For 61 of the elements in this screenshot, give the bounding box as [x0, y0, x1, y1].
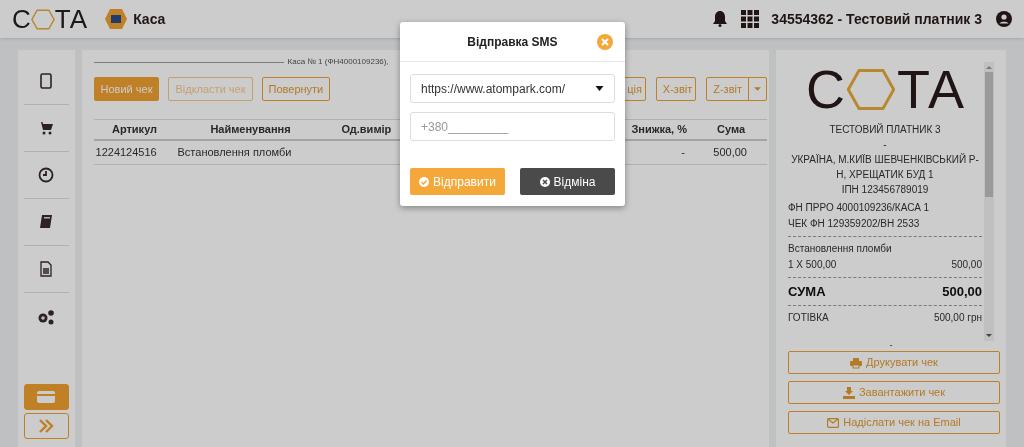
card-icon	[37, 391, 56, 403]
account-name[interactable]: 34554362 - Тестовий платник 3	[771, 8, 982, 30]
receipt-line: -	[882, 138, 888, 152]
table-cell: -	[681, 146, 685, 159]
column-header: Знижка, %	[631, 123, 687, 136]
send-button[interactable]: Відправити	[410, 168, 505, 195]
toolbar-button[interactable]: X-звіт	[655, 77, 697, 101]
receipt-line: УКРАЇНА, М.КИЇВ ШЕВЧЕНКІВСЬКИЙ Р-Н, ХРЕЩАТИК БУД 1	[790, 152, 980, 182]
payment-amount: 500,00 грн	[933, 311, 982, 325]
receipt-action-button[interactable]: Надіслати чек на Email	[788, 411, 1000, 434]
user-icon[interactable]	[996, 11, 1012, 27]
table-cell: Встановлення пломби	[177, 146, 292, 159]
register-title: Каса № 1 (ФН4000109236),	[287, 56, 389, 68]
receipt-action-button[interactable]: Завантажити чек	[788, 381, 1000, 404]
caret-icon	[754, 87, 761, 91]
receipt-item-amount: 500,00	[951, 258, 982, 272]
scroll-down-icon[interactable]	[986, 334, 992, 337]
column-header: Сума	[716, 123, 745, 136]
double-chevron-icon	[38, 419, 55, 433]
cash-register-icon	[105, 9, 128, 29]
column-header: Артикул	[111, 123, 158, 136]
toolbar-button[interactable]: Новий чек	[93, 77, 160, 101]
receipt-line: ІПН 123456789019	[840, 183, 930, 197]
receipt-line: -	[889, 340, 893, 350]
payment-label: ГОТІВКА	[788, 311, 829, 325]
table-cell: 1224124516	[95, 146, 157, 159]
document-icon[interactable]	[38, 261, 55, 277]
book-icon[interactable]	[38, 214, 55, 230]
grid-icon[interactable]	[741, 10, 760, 28]
toolbar-button[interactable]: Повернути	[261, 77, 331, 101]
cart-icon[interactable]	[38, 120, 55, 136]
toolbar-button[interactable]: Відкласти чек	[168, 77, 253, 101]
logo: С ТА	[12, 6, 88, 32]
scrollbar[interactable]	[984, 62, 994, 341]
receipt-item-qty: 1 X 500,00	[788, 258, 837, 272]
x-circle-icon	[539, 176, 550, 187]
column-header: Од.вимір	[341, 123, 392, 136]
tablet-icon[interactable]	[38, 73, 55, 89]
table-cell: 500,00	[713, 146, 747, 159]
receipt-line: ФН ПРРО 4000109236/КАСА 1	[788, 201, 931, 215]
envelope-icon	[827, 417, 840, 428]
cancel-button[interactable]: Відміна	[520, 168, 615, 195]
section-title: Каса	[133, 9, 166, 29]
total-label: СУМА	[788, 282, 826, 301]
check-circle-icon	[419, 176, 430, 187]
receipt-line: ТЕСТОВИЙ ПЛАТНИК 3	[828, 122, 942, 137]
column-header: Найменування	[210, 123, 291, 136]
phone-field[interactable]: +380_________	[410, 112, 615, 141]
receipt-line: ЧЕК ФН 129359202/ВН 2533	[788, 217, 921, 231]
dialog-title: Відправка SMS	[467, 33, 558, 51]
settings-icon[interactable]	[37, 308, 56, 325]
receipt-action-button[interactable]: Друкувати чек	[788, 351, 1000, 374]
total-amount: 500,00	[942, 282, 982, 301]
download-icon	[842, 386, 855, 399]
receipt-item-name: Встановлення пломби	[788, 242, 893, 256]
clock-icon[interactable]	[38, 167, 55, 183]
printer-icon	[850, 356, 863, 369]
dropdown-arrow-icon	[595, 86, 604, 91]
bell-icon[interactable]	[713, 11, 728, 27]
provider-select[interactable]: https://www.atompark.com/	[410, 74, 615, 103]
logo: С ТА	[804, 62, 966, 116]
